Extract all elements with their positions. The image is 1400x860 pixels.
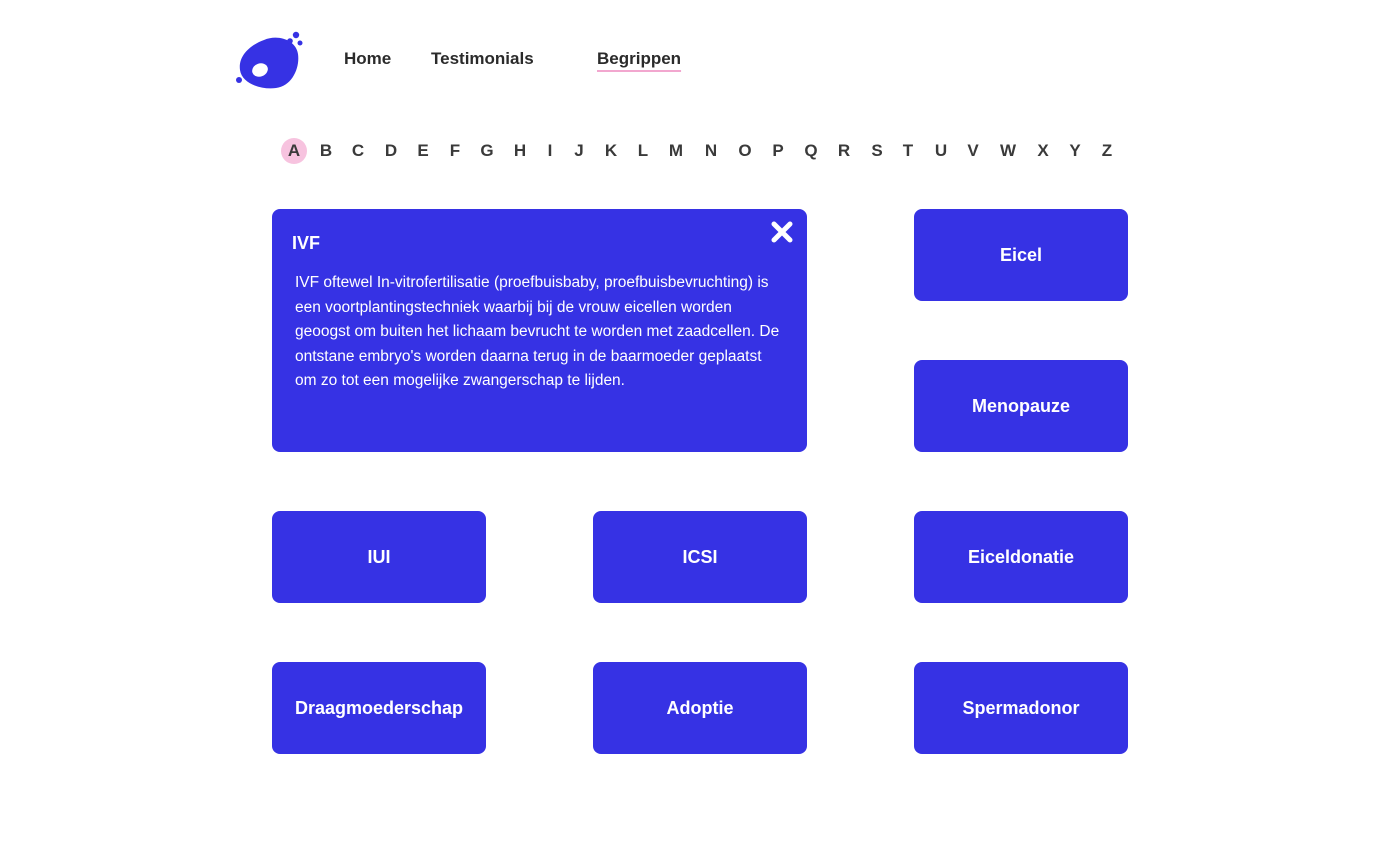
letter-b[interactable]: B [313,138,339,164]
nav-begrippen[interactable]: Begrippen [597,48,681,70]
letter-g[interactable]: G [474,138,500,164]
term-card-eicel[interactable]: Eicel [914,209,1128,301]
term-title: IVF [292,233,321,253]
alphabet-filter: ABCDEFGHIJKLMNOPQRSTUVWXYZ [280,138,1120,164]
expanded-term-card: IVF IVF oftewel In-vitrofertilisatie (pr… [272,209,807,452]
term-card-label: Eicel [999,244,1043,265]
letter-e[interactable]: E [410,138,436,164]
letter-o[interactable]: O [732,138,758,164]
term-card-label: Draagmoederschap [294,697,464,718]
letter-y[interactable]: Y [1062,138,1088,164]
letter-v[interactable]: V [960,138,986,164]
letter-x[interactable]: X [1030,138,1056,164]
letter-l[interactable]: L [630,138,656,164]
letter-h[interactable]: H [507,138,533,164]
term-card-spermadonor[interactable]: Spermadonor [914,662,1128,754]
term-card-adoptie[interactable]: Adoptie [593,662,807,754]
letter-r[interactable]: R [831,138,857,164]
term-card-menopauze[interactable]: Menopauze [914,360,1128,452]
letter-d[interactable]: D [378,138,404,164]
term-card-label: Menopauze [971,395,1070,416]
letter-i[interactable]: I [537,138,563,164]
term-card-label: IUI [367,546,391,567]
letter-s[interactable]: S [864,138,890,164]
letter-w[interactable]: W [995,138,1021,164]
letter-a[interactable]: A [281,138,307,164]
term-card-label: Spermadonor [962,697,1080,718]
letter-u[interactable]: U [928,138,954,164]
term-card-eiceldonatie[interactable]: Eiceldonatie [914,511,1128,603]
brand-logo[interactable] [234,30,304,92]
letter-c[interactable]: C [345,138,371,164]
nav-testimonials[interactable]: Testimonials [431,48,534,70]
term-card-label: Eiceldonatie [967,546,1075,567]
letter-q[interactable]: Q [798,138,824,164]
letter-p[interactable]: P [765,138,791,164]
term-card-icsi[interactable]: ICSI [593,511,807,603]
term-card-draagmoederschap[interactable]: Draagmoederschap [272,662,486,754]
term-description: IVF oftewel In-vitrofertilisatie (proefb… [295,274,780,389]
letter-k[interactable]: K [598,138,624,164]
letter-t[interactable]: T [895,138,921,164]
nav-home[interactable]: Home [344,48,391,70]
letter-j[interactable]: J [566,138,592,164]
letter-z[interactable]: Z [1094,138,1120,164]
letter-f[interactable]: F [442,138,468,164]
term-card-label: Adoptie [666,697,734,718]
term-card-iui[interactable]: IUI [272,511,486,603]
letter-m[interactable]: M [663,138,689,164]
letter-n[interactable]: N [698,138,724,164]
term-card-label: ICSI [682,546,718,567]
close-icon[interactable] [769,219,795,245]
